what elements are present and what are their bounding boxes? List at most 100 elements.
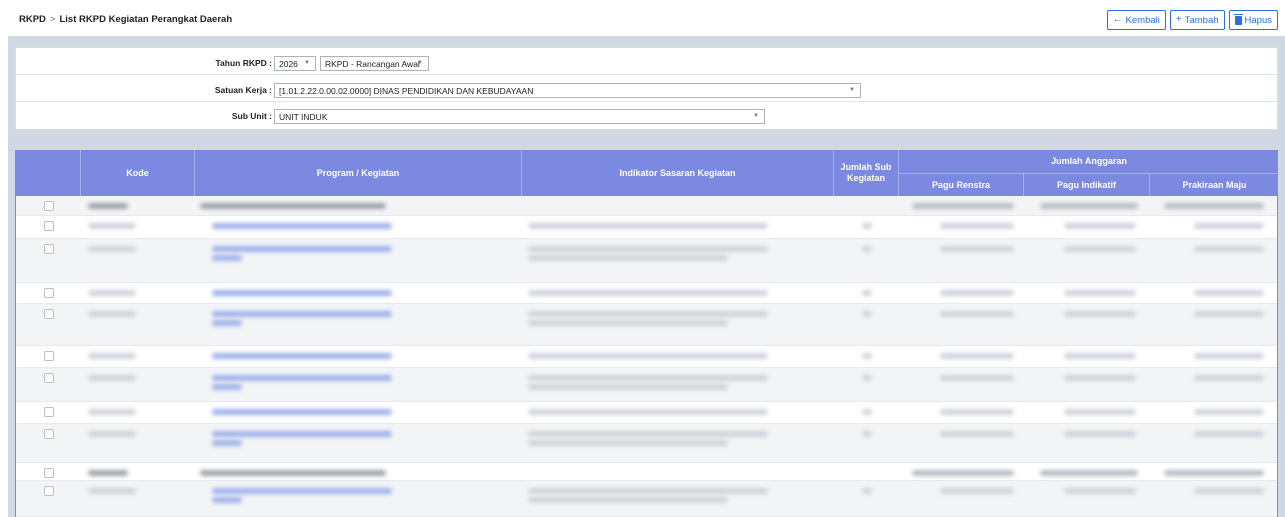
redacted-text <box>940 488 1014 494</box>
tahun-select[interactable]: 2026 ▼ <box>274 56 316 71</box>
table-row[interactable] <box>16 368 1277 402</box>
redacted-text <box>528 431 768 437</box>
row-checkbox[interactable] <box>44 407 54 417</box>
redacted-text <box>1064 246 1136 252</box>
redacted-text <box>1064 488 1136 494</box>
table-row[interactable] <box>16 463 1277 481</box>
redacted-text <box>528 320 728 326</box>
header-program[interactable]: Program / Kegiatan <box>195 150 522 196</box>
table-row[interactable] <box>16 402 1277 424</box>
row-checkbox[interactable] <box>44 221 54 231</box>
redacted-text <box>940 223 1014 229</box>
chevron-down-icon: ▼ <box>849 87 855 93</box>
table-row[interactable] <box>16 196 1277 216</box>
row-checkbox[interactable] <box>44 486 54 496</box>
table-row[interactable] <box>16 346 1277 368</box>
tahun-label: Tahun RKPD : <box>215 58 272 68</box>
redacted-text <box>528 290 768 296</box>
plus-icon: + <box>1175 14 1182 25</box>
filter-row-tahun: Tahun RKPD : 2026 ▼ RKPD - Rancangan Awa… <box>16 52 1277 75</box>
redacted-text <box>1194 353 1264 359</box>
redacted-text <box>528 353 768 359</box>
redacted-text <box>1164 470 1264 476</box>
filter-row-subunit: Sub Unit : UNIT INDUK ▼ <box>16 105 1277 128</box>
redacted-text <box>212 409 392 415</box>
redacted-text <box>1194 290 1264 296</box>
redacted-text <box>862 246 872 252</box>
redacted-text <box>88 375 136 381</box>
filter-row-satker: Satuan Kerja : [1.01.2.22.0.00.02.0000] … <box>16 79 1277 102</box>
row-checkbox[interactable] <box>44 309 54 319</box>
header-pagu-indikatif[interactable]: Pagu Indikatif <box>1024 173 1150 196</box>
row-checkbox[interactable] <box>44 373 54 383</box>
redacted-text <box>88 223 136 229</box>
table-row[interactable] <box>16 304 1277 346</box>
redacted-text <box>212 431 392 437</box>
table-row[interactable] <box>16 216 1277 239</box>
redacted-text <box>88 488 136 494</box>
redacted-text <box>88 203 128 209</box>
redacted-text <box>1064 290 1136 296</box>
tambah-button[interactable]: + Tambah <box>1169 10 1225 30</box>
header-indikator[interactable]: Indikator Sasaran Kegiatan <box>522 150 834 196</box>
redacted-text <box>862 431 872 437</box>
redacted-text <box>1040 470 1138 476</box>
tahun-value: 2026 <box>279 59 298 69</box>
top-bar: RKPD > List RKPD Kegiatan Perangkat Daerah… <box>0 0 1285 36</box>
header-prakiraan-maju[interactable]: Prakiraan Maju <box>1150 173 1277 196</box>
redacted-text <box>862 223 872 229</box>
redacted-text <box>940 353 1014 359</box>
row-checkbox[interactable] <box>44 468 54 478</box>
redacted-text <box>1194 223 1264 229</box>
row-checkbox[interactable] <box>44 288 54 298</box>
header-jumlah-sub[interactable]: Jumlah Sub Kegiatan <box>834 150 899 196</box>
redacted-text <box>212 223 392 229</box>
redacted-text <box>88 431 136 437</box>
chevron-down-icon: ▼ <box>753 113 759 119</box>
redacted-text <box>212 246 392 252</box>
redacted-text <box>212 375 392 381</box>
table-row[interactable] <box>16 283 1277 304</box>
redacted-text <box>862 353 872 359</box>
row-checkbox[interactable] <box>44 429 54 439</box>
redacted-text <box>1194 431 1264 437</box>
header-kode[interactable]: Kode <box>81 150 195 196</box>
redacted-text <box>200 470 386 476</box>
redacted-text <box>88 246 136 252</box>
filter-panel: Tahun RKPD : 2026 ▼ RKPD - Rancangan Awa… <box>15 47 1278 130</box>
redacted-text <box>528 497 728 503</box>
hapus-button[interactable]: Hapus <box>1228 10 1278 30</box>
chevron-down-icon: ▼ <box>417 60 423 66</box>
row-checkbox[interactable] <box>44 351 54 361</box>
breadcrumb-root[interactable]: RKPD <box>19 14 46 25</box>
table-row[interactable] <box>16 424 1277 463</box>
redacted-text <box>528 440 728 446</box>
redacted-text <box>528 488 768 494</box>
satker-value: [1.01.2.22.0.00.02.0000] DINAS PENDIDIKA… <box>279 86 534 96</box>
kembali-label: Kembali <box>1125 14 1160 26</box>
redacted-text <box>528 246 768 252</box>
redacted-text <box>1040 203 1138 209</box>
row-checkbox[interactable] <box>44 244 54 254</box>
redacted-text <box>1194 246 1264 252</box>
redacted-text <box>1064 353 1136 359</box>
redacted-text <box>1164 203 1264 209</box>
tahap-select[interactable]: RKPD - Rancangan Awal ▼ <box>320 56 429 71</box>
redacted-text <box>862 409 872 415</box>
header-pagu-renstra[interactable]: Pagu Renstra <box>899 173 1024 196</box>
redacted-text <box>200 203 386 209</box>
table-row[interactable] <box>16 239 1277 283</box>
redacted-text <box>212 497 242 503</box>
trash-icon <box>1233 13 1243 25</box>
kembali-button[interactable]: ← Kembali <box>1106 10 1166 30</box>
redacted-text <box>212 311 392 317</box>
subunit-select[interactable]: UNIT INDUK ▼ <box>274 109 765 124</box>
redacted-text <box>912 203 1014 209</box>
table-row[interactable] <box>16 481 1277 517</box>
redacted-text <box>528 409 768 415</box>
row-checkbox[interactable] <box>44 201 54 211</box>
satker-select[interactable]: [1.01.2.22.0.00.02.0000] DINAS PENDIDIKA… <box>274 83 861 98</box>
redacted-text <box>88 290 136 296</box>
redacted-text <box>88 470 128 476</box>
redacted-text <box>1064 223 1136 229</box>
